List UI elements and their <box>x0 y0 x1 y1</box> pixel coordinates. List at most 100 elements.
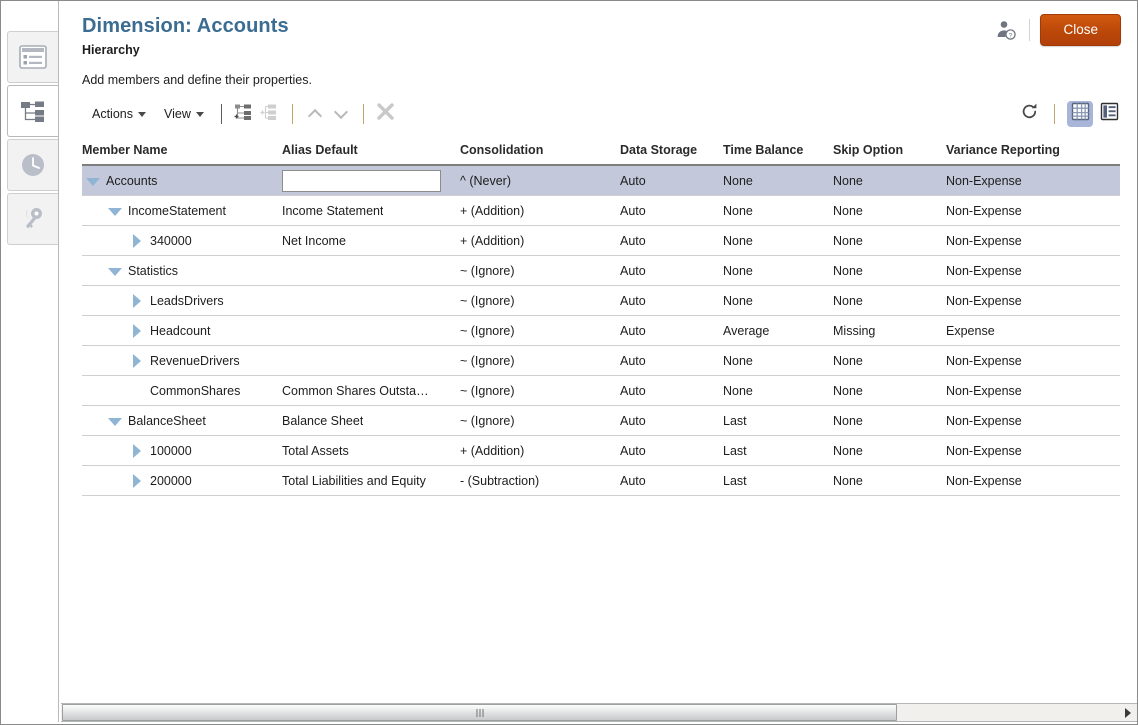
cell-member-name[interactable]: 340000 <box>82 226 282 255</box>
cell-alias-default[interactable]: Total Liabilities and Equity <box>282 466 460 495</box>
column-header-data-storage[interactable]: Data Storage <box>620 136 723 164</box>
cell-skip-option[interactable]: None <box>833 436 946 465</box>
cell-data-storage[interactable]: Auto <box>620 466 723 495</box>
cell-consolidation[interactable]: ~ (Ignore) <box>460 346 620 375</box>
cell-alias-default[interactable]: Common Shares Outsta… <box>282 376 460 405</box>
expand-collapse-triangle-right-icon[interactable] <box>130 233 144 248</box>
expand-collapse-triangle-down-icon[interactable] <box>108 204 122 218</box>
cell-variance-reporting[interactable]: Non-Expense <box>946 466 1120 495</box>
cell-variance-reporting[interactable]: Non-Expense <box>946 376 1120 405</box>
cell-variance-reporting[interactable]: Non-Expense <box>946 196 1120 225</box>
table-row[interactable]: Headcount ~ (Ignore) Auto Average Missing Exp… <box>82 316 1120 346</box>
cell-alias-default[interactable] <box>282 346 460 375</box>
cell-data-storage[interactable]: Auto <box>620 286 723 315</box>
cell-time-balance[interactable]: None <box>723 226 833 255</box>
cell-alias-default[interactable] <box>282 256 460 285</box>
grid-view-toggle[interactable] <box>1067 101 1093 127</box>
table-row[interactable]: LeadsDrivers ~ (Ignore) Auto None None Non-Ex… <box>82 286 1120 316</box>
cell-data-storage[interactable]: Auto <box>620 376 723 405</box>
user-help-icon[interactable]: ? <box>993 17 1019 43</box>
expand-collapse-triangle-right-icon[interactable] <box>130 353 144 368</box>
table-row[interactable]: BalanceSheet Balance Sheet ~ (Ignore) Auto L… <box>82 406 1120 436</box>
sidebar-item-dimensions[interactable] <box>7 31 58 83</box>
cell-skip-option[interactable]: None <box>833 376 946 405</box>
cell-variance-reporting[interactable]: Non-Expense <box>946 406 1120 435</box>
delete-member-button[interactable] <box>373 102 399 126</box>
cell-member-name[interactable]: Accounts <box>82 166 282 195</box>
cell-consolidation[interactable]: + (Addition) <box>460 436 620 465</box>
expand-collapse-triangle-right-icon[interactable] <box>130 473 144 488</box>
cell-time-balance[interactable]: None <box>723 376 833 405</box>
cell-time-balance[interactable]: None <box>723 196 833 225</box>
column-header-consolidation[interactable]: Consolidation <box>460 136 620 164</box>
cell-member-name[interactable]: BalanceSheet <box>82 406 282 435</box>
cell-skip-option[interactable]: None <box>833 406 946 435</box>
cell-consolidation[interactable]: ~ (Ignore) <box>460 316 620 345</box>
cell-data-storage[interactable]: Auto <box>620 316 723 345</box>
actions-menu-button[interactable]: Actions <box>82 104 154 125</box>
cell-data-storage[interactable]: Auto <box>620 226 723 255</box>
cell-member-name[interactable]: IncomeStatement <box>82 196 282 225</box>
alias-default-input[interactable] <box>282 169 441 192</box>
table-row[interactable]: 100000 Total Assets + (Addition) Auto Last No… <box>82 436 1120 466</box>
horizontal-scrollbar[interactable] <box>61 703 1137 722</box>
cell-consolidation[interactable]: ^ (Never) <box>460 166 620 195</box>
table-row[interactable]: 200000 Total Liabilities and Equity - (Sub… <box>82 466 1120 496</box>
column-header-alias-default[interactable]: Alias Default <box>282 136 460 164</box>
expand-collapse-triangle-down-icon[interactable] <box>86 174 100 188</box>
table-row[interactable]: Accounts ^ (Never) Auto None None Non-Expense <box>82 166 1120 196</box>
cell-time-balance[interactable]: Average <box>723 316 833 345</box>
move-down-button[interactable] <box>328 102 354 126</box>
expand-collapse-triangle-right-icon[interactable] <box>130 323 144 338</box>
column-header-variance-reporting[interactable]: Variance Reporting <box>946 136 1120 164</box>
cell-member-name[interactable]: Statistics <box>82 256 282 285</box>
cell-skip-option[interactable]: None <box>833 226 946 255</box>
column-header-time-balance[interactable]: Time Balance <box>723 136 833 164</box>
cell-time-balance[interactable]: None <box>723 256 833 285</box>
cell-data-storage[interactable]: Auto <box>620 256 723 285</box>
cell-time-balance[interactable]: Last <box>723 466 833 495</box>
cell-consolidation[interactable]: ~ (Ignore) <box>460 376 620 405</box>
horizontal-scroll-thumb[interactable] <box>62 704 897 721</box>
cell-alias-default[interactable]: Net Income <box>282 226 460 255</box>
cell-variance-reporting[interactable]: Expense <box>946 316 1120 345</box>
form-view-toggle[interactable] <box>1096 101 1122 127</box>
cell-skip-option[interactable]: None <box>833 196 946 225</box>
column-header-skip-option[interactable]: Skip Option <box>833 136 946 164</box>
cell-alias-default[interactable] <box>282 166 460 195</box>
cell-data-storage[interactable]: Auto <box>620 436 723 465</box>
cell-consolidation[interactable]: + (Addition) <box>460 226 620 255</box>
expand-collapse-triangle-right-icon[interactable] <box>130 293 144 308</box>
cell-consolidation[interactable]: + (Addition) <box>460 196 620 225</box>
sidebar-item-permissions[interactable] <box>7 193 58 245</box>
cell-data-storage[interactable]: Auto <box>620 406 723 435</box>
cell-variance-reporting[interactable]: Non-Expense <box>946 436 1120 465</box>
cell-skip-option[interactable]: None <box>833 256 946 285</box>
cell-data-storage[interactable]: Auto <box>620 196 723 225</box>
cell-alias-default[interactable] <box>282 286 460 315</box>
table-row[interactable]: IncomeStatement Income Statement + (Additi… <box>82 196 1120 226</box>
scroll-right-arrow[interactable] <box>1125 707 1131 718</box>
cell-member-name[interactable]: 100000 <box>82 436 282 465</box>
cell-variance-reporting[interactable]: Non-Expense <box>946 226 1120 255</box>
add-sibling-member-button[interactable] <box>257 102 283 126</box>
cell-member-name[interactable]: LeadsDrivers <box>82 286 282 315</box>
cell-alias-default[interactable]: Balance Sheet <box>282 406 460 435</box>
cell-variance-reporting[interactable]: Non-Expense <box>946 256 1120 285</box>
expand-collapse-triangle-down-icon[interactable] <box>108 264 122 278</box>
cell-member-name[interactable]: Headcount <box>82 316 282 345</box>
cell-member-name[interactable]: RevenueDrivers <box>82 346 282 375</box>
cell-skip-option[interactable]: Missing <box>833 316 946 345</box>
sidebar-item-hierarchy[interactable] <box>7 85 58 137</box>
cell-consolidation[interactable]: ~ (Ignore) <box>460 256 620 285</box>
cell-variance-reporting[interactable]: Non-Expense <box>946 166 1120 195</box>
table-row[interactable]: CommonShares Common Shares Outsta… ~ (Igno… <box>82 376 1120 406</box>
expand-collapse-triangle-down-icon[interactable] <box>108 414 122 428</box>
table-row[interactable]: Statistics ~ (Ignore) Auto None None Non-Expe… <box>82 256 1120 286</box>
cell-member-name[interactable]: 200000 <box>82 466 282 495</box>
cell-time-balance[interactable]: Last <box>723 436 833 465</box>
close-button[interactable]: Close <box>1040 14 1121 46</box>
cell-member-name[interactable]: CommonShares <box>82 376 282 405</box>
cell-alias-default[interactable] <box>282 316 460 345</box>
add-child-member-button[interactable] <box>231 102 257 126</box>
